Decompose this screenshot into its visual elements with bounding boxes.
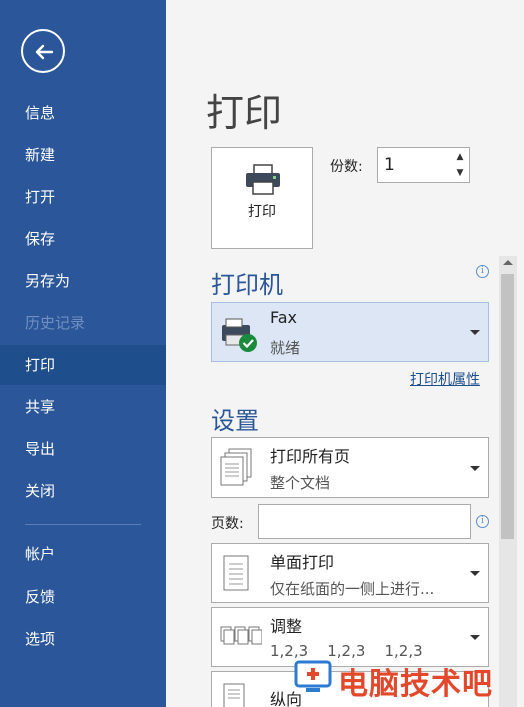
copies-input[interactable] (384, 150, 454, 180)
pages-label: 页数: (211, 516, 244, 532)
printer-name: Fax (270, 308, 298, 327)
single-sided-icon (223, 555, 249, 591)
nav-open[interactable]: 打开 (0, 177, 166, 217)
sides-line2: 仅在纸面的一侧上进行... (270, 580, 435, 598)
nav-save[interactable]: 保存 (0, 219, 166, 259)
print-pane: 打印 打印 份数: ▲ ▼ 打印机 i Fax 就绪 打印机属性 设置 (166, 0, 524, 707)
chevron-down-icon (470, 571, 480, 576)
scrollbar-thumb[interactable] (501, 274, 514, 539)
copies-up-arrow-icon[interactable]: ▲ (453, 150, 467, 164)
nav-account[interactable]: 帐户 (0, 534, 166, 574)
print-button[interactable]: 打印 (211, 147, 313, 249)
nav-export[interactable]: 导出 (0, 429, 166, 469)
collate-icon (220, 626, 262, 645)
printer-dropdown[interactable]: Fax 就绪 (211, 302, 489, 362)
sides-dropdown[interactable]: 单面打印 仅在纸面的一侧上进行... (211, 543, 489, 603)
printer-info-icon[interactable]: i (476, 265, 489, 278)
chevron-down-icon (470, 466, 480, 471)
printer-status: 就绪 (270, 339, 301, 357)
pages-icon (220, 448, 252, 486)
chevron-down-icon (470, 330, 480, 335)
print-range-dropdown[interactable]: 打印所有页 整个文档 (211, 437, 489, 498)
nav-close[interactable]: 关闭 (0, 471, 166, 511)
copies-spinner[interactable]: ▲ ▼ (377, 147, 470, 183)
back-arrow-icon (35, 44, 54, 60)
nav-feedback[interactable]: 反馈 (0, 577, 166, 617)
sides-line1: 单面打印 (270, 553, 335, 572)
print-range-line1: 打印所有页 (270, 447, 351, 466)
nav-options[interactable]: 选项 (0, 619, 166, 659)
pages-input[interactable] (258, 504, 471, 539)
sidebar-divider (25, 524, 141, 525)
settings-scrollbar[interactable] (499, 256, 517, 707)
watermark-logo-icon (294, 660, 332, 692)
nav-history: 历史记录 (25, 314, 86, 332)
settings-section-title: 设置 (211, 407, 259, 435)
print-range-line2: 整个文档 (270, 474, 331, 492)
copies-label: 份数: (330, 159, 363, 175)
page-title: 打印 (206, 91, 283, 135)
nav-share[interactable]: 共享 (0, 387, 166, 427)
printer-properties-link[interactable]: 打印机属性 (410, 369, 480, 389)
back-button[interactable] (21, 29, 65, 73)
printer-section-title: 打印机 (211, 271, 283, 299)
nav-print[interactable]: 打印 (0, 345, 166, 385)
backstage-sidebar: 信息 新建 打开 保存 另存为 历史记录 打印 共享 导出 关闭 帐户 反馈 选… (0, 0, 166, 707)
nav-info[interactable]: 信息 (0, 93, 166, 133)
collate-dropdown[interactable]: 调整 1,2,3 1,2,3 1,2,3 (211, 607, 489, 667)
nav-new[interactable]: 新建 (0, 135, 166, 175)
fax-printer-icon (222, 318, 257, 352)
print-button-label: 打印 (248, 204, 276, 220)
chevron-down-icon (470, 635, 480, 640)
pages-info-icon[interactable]: i (476, 515, 489, 528)
portrait-icon (223, 683, 245, 707)
nav-save-as[interactable]: 另存为 (0, 261, 166, 301)
printer-icon (246, 164, 280, 195)
collate-line1: 调整 (270, 617, 303, 636)
watermark-text: 电脑技术吧 (338, 667, 493, 702)
copies-down-arrow-icon[interactable]: ▼ (453, 166, 467, 180)
scroll-up-arrow-icon[interactable] (503, 260, 513, 265)
